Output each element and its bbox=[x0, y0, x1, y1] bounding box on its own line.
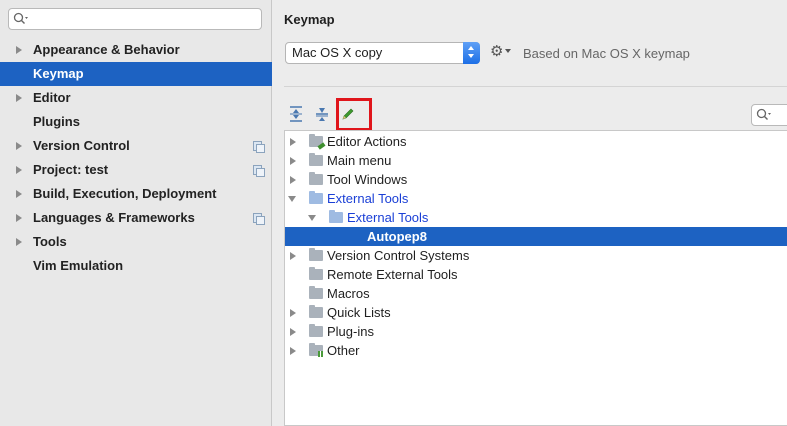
folder-icon bbox=[309, 267, 323, 280]
folder-icon bbox=[309, 248, 323, 261]
sidebar-item-label: Tools bbox=[33, 234, 67, 249]
folder-icon bbox=[309, 305, 323, 318]
expand-arrow-icon[interactable] bbox=[290, 138, 296, 146]
project-scope-icon bbox=[253, 141, 265, 153]
project-scope-icon bbox=[253, 165, 265, 177]
sidebar-item-appearance-behavior[interactable]: Appearance & Behavior bbox=[0, 38, 272, 62]
sidebar-item-label: Project: test bbox=[33, 162, 109, 177]
expand-arrow-icon[interactable] bbox=[290, 252, 296, 260]
sidebar-search-input[interactable] bbox=[8, 8, 262, 30]
tree-row-label: Plug-ins bbox=[327, 324, 374, 339]
based-on-label: Based on Mac OS X keymap bbox=[523, 46, 690, 61]
folder-icon bbox=[309, 134, 323, 147]
actions-tree[interactable]: Editor Actions Main menu Tool Windows Ex… bbox=[284, 130, 787, 426]
sidebar-item-label: Appearance & Behavior bbox=[33, 42, 180, 57]
tree-row-label: Tool Windows bbox=[327, 172, 408, 187]
tree-row-label: External Tools bbox=[327, 191, 409, 206]
tree-row-macros[interactable]: Macros bbox=[285, 284, 787, 303]
tree-row-main-menu[interactable]: Main menu bbox=[285, 151, 787, 170]
tree-row-quick-lists[interactable]: Quick Lists bbox=[285, 303, 787, 322]
expand-arrow-icon[interactable] bbox=[16, 238, 22, 246]
tree-row-version-control-systems[interactable]: Version Control Systems bbox=[285, 246, 787, 265]
tree-row-label: Autopep8 bbox=[367, 229, 427, 244]
sidebar-item-vim-emulation[interactable]: Vim Emulation bbox=[0, 254, 272, 278]
sidebar-item-languages-frameworks[interactable]: Languages & Frameworks bbox=[0, 206, 272, 230]
tree-row-label: Macros bbox=[327, 286, 370, 301]
keymap-panel: Keymap Mac OS X copy ⚙ Based on Mac OS X… bbox=[273, 0, 787, 426]
sidebar-item-editor[interactable]: Editor bbox=[0, 86, 272, 110]
folder-icon bbox=[309, 191, 323, 204]
tree-row-label: Editor Actions bbox=[327, 134, 407, 149]
filter-search-input[interactable] bbox=[751, 104, 787, 126]
gear-icon[interactable]: ⚙ bbox=[490, 42, 503, 62]
divider bbox=[284, 86, 787, 87]
sidebar-item-plugins[interactable]: Plugins bbox=[0, 110, 272, 134]
tree-row-external-tools-group[interactable]: External Tools bbox=[285, 208, 787, 227]
sidebar-item-label: Plugins bbox=[33, 114, 80, 129]
expand-arrow-icon[interactable] bbox=[16, 46, 22, 54]
expand-arrow-icon[interactable] bbox=[290, 309, 296, 317]
keymap-select-value: Mac OS X copy bbox=[292, 45, 383, 60]
sidebar-item-keymap[interactable]: Keymap bbox=[0, 62, 272, 86]
folder-icon bbox=[309, 343, 324, 357]
sidebar-item-build-execution-deployment[interactable]: Build, Execution, Deployment bbox=[0, 182, 272, 206]
sidebar-item-label: Languages & Frameworks bbox=[33, 210, 195, 225]
expand-all-icon[interactable] bbox=[288, 105, 304, 123]
sidebar-item-project[interactable]: Project: test bbox=[0, 158, 272, 182]
sidebar-item-version-control[interactable]: Version Control bbox=[0, 134, 272, 158]
tree-row-other[interactable]: Other bbox=[285, 341, 787, 360]
sidebar-item-label: Editor bbox=[33, 90, 71, 105]
highlight-box bbox=[336, 98, 372, 131]
select-stepper-icon[interactable] bbox=[463, 42, 480, 64]
sidebar-item-label: Keymap bbox=[33, 66, 84, 81]
folder-icon bbox=[309, 153, 323, 166]
tree-row-label: Quick Lists bbox=[327, 305, 391, 320]
tree-row-label: Version Control Systems bbox=[327, 248, 470, 263]
tree-row-remote-external-tools[interactable]: Remote External Tools bbox=[285, 265, 787, 284]
expand-arrow-icon[interactable] bbox=[16, 166, 22, 174]
expand-arrow-icon[interactable] bbox=[290, 176, 296, 184]
tree-row-external-tools[interactable]: External Tools bbox=[285, 189, 787, 208]
search-icon bbox=[13, 12, 28, 24]
expand-arrow-icon[interactable] bbox=[290, 347, 296, 355]
tree-row-autopep8[interactable]: Autopep8 bbox=[285, 227, 787, 246]
sidebar-item-label: Vim Emulation bbox=[33, 258, 124, 273]
tree-row-plug-ins[interactable]: Plug-ins bbox=[285, 322, 787, 341]
settings-sidebar: Appearance & Behavior Keymap Editor Plug… bbox=[0, 0, 272, 426]
keymap-select[interactable]: Mac OS X copy bbox=[285, 42, 480, 64]
sidebar-item-label: Version Control bbox=[33, 138, 130, 153]
sidebar-item-label: Build, Execution, Deployment bbox=[33, 186, 217, 201]
folder-icon bbox=[309, 324, 323, 337]
expand-arrow-icon[interactable] bbox=[16, 190, 22, 198]
tree-row-label: External Tools bbox=[347, 210, 429, 225]
chevron-down-icon[interactable] bbox=[505, 49, 511, 53]
search-icon bbox=[756, 108, 771, 120]
expand-arrow-icon[interactable] bbox=[16, 94, 22, 102]
page-title: Keymap bbox=[284, 12, 335, 27]
tree-row-editor-actions[interactable]: Editor Actions bbox=[285, 132, 787, 151]
project-scope-icon bbox=[253, 213, 265, 225]
tree-row-label: Main menu bbox=[327, 153, 392, 168]
tree-row-label: Remote External Tools bbox=[327, 267, 458, 282]
expand-arrow-icon[interactable] bbox=[16, 142, 22, 150]
collapse-all-icon[interactable] bbox=[314, 105, 330, 123]
folder-icon bbox=[309, 286, 323, 299]
expand-arrow-icon[interactable] bbox=[290, 328, 296, 336]
sidebar-item-tools[interactable]: Tools bbox=[0, 230, 272, 254]
expand-arrow-icon[interactable] bbox=[16, 214, 22, 222]
collapse-arrow-icon[interactable] bbox=[288, 196, 296, 202]
folder-icon bbox=[329, 210, 343, 223]
tree-row-tool-windows[interactable]: Tool Windows bbox=[285, 170, 787, 189]
sidebar-list: Appearance & Behavior Keymap Editor Plug… bbox=[0, 38, 272, 278]
collapse-arrow-icon[interactable] bbox=[308, 215, 316, 221]
folder-icon bbox=[309, 172, 323, 185]
expand-arrow-icon[interactable] bbox=[290, 157, 296, 165]
tree-row-label: Other bbox=[327, 343, 360, 358]
